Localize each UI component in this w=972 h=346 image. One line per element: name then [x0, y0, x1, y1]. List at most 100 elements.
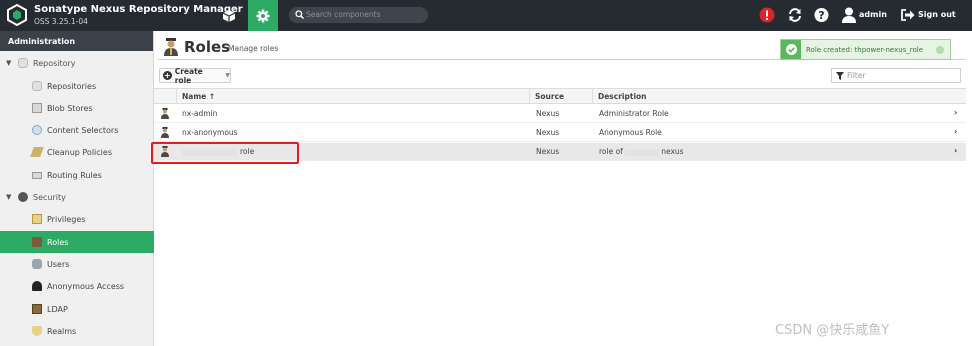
nexus-logo-icon	[7, 4, 27, 26]
close-icon[interactable]	[936, 46, 944, 54]
role-icon	[164, 38, 178, 56]
sidebar-item-anonymous-access[interactable]: Anonymous Access	[0, 275, 154, 297]
role-description-suffix: nexus	[661, 147, 684, 156]
search-icon	[295, 10, 304, 19]
server-icon	[32, 103, 42, 113]
table-row[interactable]: nx-anonymous Nexus Anonymous Role ›	[154, 124, 966, 142]
chevron-down-icon: ▼	[225, 72, 230, 79]
chevron-right-icon: ›	[954, 127, 958, 136]
column-source[interactable]: Source	[529, 89, 592, 103]
person-icon	[32, 281, 42, 291]
highlight-box	[151, 142, 299, 164]
shield-icon	[32, 326, 42, 336]
sidebar-item-label: Repository	[33, 58, 76, 68]
administration-button[interactable]	[248, 0, 278, 31]
sidebar-item-label: Cleanup Policies	[47, 147, 112, 157]
table-row[interactable]: nx-admin Nexus Administrator Role ›	[154, 105, 966, 123]
user-label[interactable]: admin	[859, 10, 887, 19]
sidebar-item-privileges[interactable]: Privileges	[0, 208, 154, 230]
sign-out-label[interactable]: Sign out	[918, 10, 956, 19]
sidebar-item-roles[interactable]: Roles	[0, 231, 154, 253]
sign-out-icon[interactable]	[901, 9, 915, 21]
sidebar-item-label: LDAP	[47, 304, 68, 314]
sidebar-item-label: Routing Rules	[47, 170, 102, 180]
sidebar-item-ldap[interactable]: LDAP	[0, 298, 154, 320]
alert-icon[interactable]	[759, 7, 775, 23]
sidebar-item-users[interactable]: Users	[0, 253, 154, 275]
search-placeholder: Search components	[306, 10, 381, 19]
sidebar-item-cleanup-policies[interactable]: Cleanup Policies	[0, 141, 154, 163]
sidebar-group-security[interactable]: ▼ Security	[0, 186, 154, 208]
table-header: Name ↑ Source Description	[154, 88, 966, 104]
book-icon	[32, 304, 42, 314]
users-icon	[32, 259, 42, 269]
sidebar-item-label: Security	[33, 192, 66, 202]
security-icon	[18, 192, 28, 202]
sidebar-item-repositories[interactable]: Repositories	[0, 75, 154, 97]
role-name: nx-admin	[182, 109, 218, 118]
role-source: Nexus	[536, 147, 560, 156]
database-icon	[18, 58, 28, 68]
help-icon[interactable]: ?	[814, 7, 829, 23]
filter-input[interactable]: Filter	[831, 68, 961, 83]
sidebar-item-label: Privileges	[47, 214, 86, 224]
role-icon	[32, 237, 42, 247]
chevron-right-icon: ›	[954, 108, 958, 117]
sidebar-item-label: Repositories	[47, 81, 97, 91]
sidebar-item-routing-rules[interactable]: Routing Rules	[0, 164, 154, 186]
user-icon[interactable]	[842, 7, 856, 23]
badge-icon	[32, 214, 42, 224]
create-role-label: Create role	[174, 66, 203, 85]
role-icon	[161, 108, 169, 119]
sidebar-item-label: Realms	[47, 326, 77, 336]
page-title: Roles	[184, 38, 231, 56]
sidebar-item-label: Roles	[47, 237, 69, 247]
chevron-right-icon: ›	[954, 146, 958, 155]
browse-button[interactable]	[212, 0, 246, 31]
filter-icon	[836, 71, 844, 80]
sidebar-item-content-selectors[interactable]: Content Selectors	[0, 119, 154, 141]
role-description: Anonymous Role	[599, 128, 662, 137]
role-description-cell: role of nexus	[599, 147, 684, 156]
routing-icon	[32, 171, 42, 179]
role-description-prefix: role of	[599, 147, 623, 156]
admin-sidebar: Administration ▼ Repository Repositories…	[0, 31, 154, 346]
role-icon	[161, 127, 169, 138]
sidebar-group-repository[interactable]: ▼ Repository	[0, 52, 154, 74]
sidebar-item-blob-stores[interactable]: Blob Stores	[0, 97, 154, 119]
sidebar-item-label: Users	[47, 259, 70, 269]
sidebar-item-label: Content Selectors	[47, 125, 119, 135]
selector-icon	[32, 125, 42, 135]
role-name: nx-anonymous	[182, 128, 238, 137]
plus-icon: +	[163, 71, 172, 80]
gear-icon	[256, 9, 270, 22]
caret-down-icon[interactable]: ▼	[6, 193, 14, 201]
toast-message: Role created: thpower-nexus_role	[806, 45, 924, 54]
create-role-button[interactable]: + Create role ▼	[159, 66, 231, 85]
column-name[interactable]: Name ↑	[176, 89, 529, 103]
top-bar: Sonatype Nexus Repository Manager OSS 3.…	[0, 0, 972, 31]
role-description: Administrator Role	[599, 109, 669, 118]
refresh-icon[interactable]	[787, 7, 803, 23]
check-icon	[781, 40, 801, 59]
broom-icon	[30, 147, 44, 157]
page-subtitle: Manage roles	[228, 44, 279, 53]
column-description[interactable]: Description	[592, 89, 946, 103]
cube-icon	[222, 9, 236, 22]
filter-placeholder: Filter	[847, 71, 866, 80]
role-source: Nexus	[536, 109, 560, 118]
role-source: Nexus	[536, 128, 560, 137]
redacted-text	[625, 148, 660, 156]
search-input[interactable]: Search components	[289, 7, 428, 23]
sidebar-item-realms[interactable]: Realms	[0, 320, 154, 342]
caret-down-icon[interactable]: ▼	[6, 59, 14, 67]
svg-text:?: ?	[818, 9, 824, 22]
watermark: CSDN @快乐咸鱼Y	[775, 323, 890, 338]
sidebar-header: Administration	[0, 31, 153, 51]
main-panel: Roles Manage roles Role created: thpower…	[154, 31, 972, 346]
app-version: OSS 3.25.1-04	[34, 17, 88, 26]
success-toast: Role created: thpower-nexus_role	[780, 39, 951, 60]
sidebar-item-label: Blob Stores	[47, 103, 93, 113]
database-icon	[32, 81, 42, 91]
sidebar-item-label: Anonymous Access	[47, 281, 125, 291]
